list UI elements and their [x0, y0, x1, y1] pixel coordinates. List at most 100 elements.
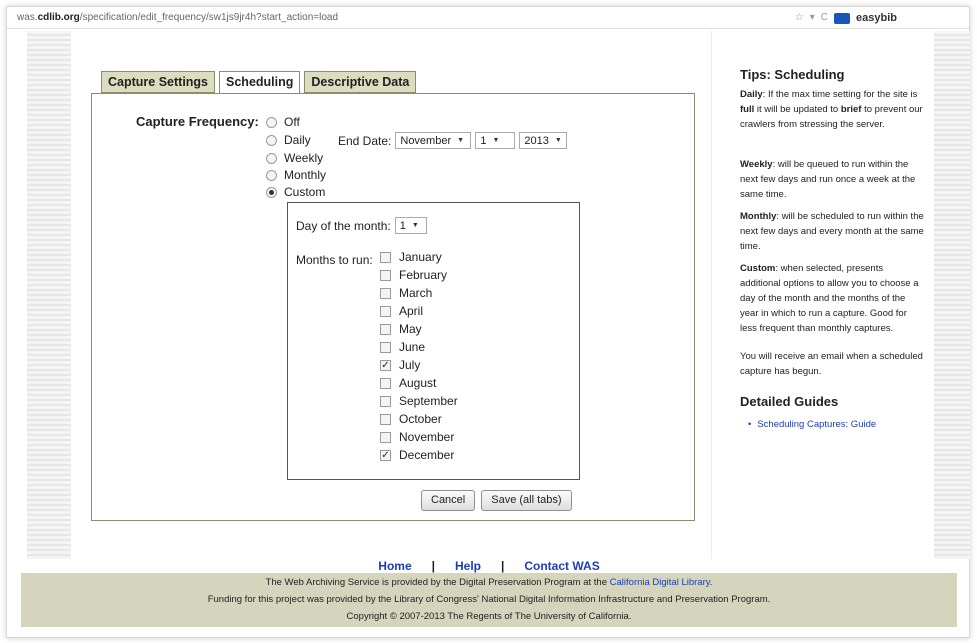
month-label: May — [399, 322, 422, 336]
tip-daily-term: Daily — [740, 89, 763, 100]
dropdown-arrow-icon[interactable]: ▾ — [810, 7, 815, 29]
footer: The Web Archiving Service is provided by… — [21, 573, 957, 627]
left-gutter — [27, 31, 71, 559]
day-of-month-label: Day of the month: — [296, 218, 391, 233]
nav-separator: | — [431, 559, 435, 573]
chevron-down-icon: ▼ — [411, 222, 419, 229]
cdl-link[interactable]: California Digital Library — [610, 577, 710, 588]
end-date-day-select[interactable]: 1 ▼ — [475, 132, 516, 149]
tip-daily-brief: brief — [840, 104, 862, 115]
month-august[interactable]: August — [380, 375, 436, 391]
detailed-guides-title: Detailed Guides — [740, 394, 839, 409]
url-domain: cdlib.org — [37, 12, 80, 23]
tip-monthly: Monthly: will be scheduled to run within… — [740, 209, 924, 254]
tab-descriptive-data[interactable]: Descriptive Data — [304, 71, 417, 93]
end-date-year-select[interactable]: 2013 ▼ — [519, 132, 568, 149]
option-monthly-label: Monthly — [284, 168, 327, 182]
tip-custom-term: Custom — [740, 263, 776, 274]
home-link[interactable]: Home — [378, 559, 411, 573]
end-date-month-value: November — [400, 134, 452, 147]
search-engine-icon[interactable] — [834, 12, 851, 24]
radio-monthly[interactable] — [266, 169, 277, 181]
end-date-day-value: 1 — [480, 134, 487, 147]
checkbox-august[interactable] — [380, 377, 391, 389]
month-february[interactable]: February — [380, 267, 447, 283]
tip-daily: Daily: If the max time setting for the s… — [740, 87, 924, 132]
help-link[interactable]: Help — [455, 559, 481, 573]
checkbox-march[interactable] — [380, 287, 391, 299]
checkbox-october[interactable] — [380, 413, 391, 425]
url-path: /specification/edit_frequency/sw1js9jr4h… — [79, 12, 339, 23]
footer-text: . — [709, 577, 713, 588]
month-september[interactable]: September — [380, 393, 458, 409]
end-date-year-value: 2013 — [524, 134, 549, 147]
scheduling-captures-guide-link[interactable]: Scheduling Captures: Guide — [748, 419, 876, 430]
capture-frequency-label: Capture Frequency: — [136, 114, 259, 129]
month-label: March — [399, 286, 433, 300]
tab-scheduling[interactable]: Scheduling — [219, 71, 301, 94]
reload-icon[interactable]: C — [821, 7, 828, 29]
month-label: June — [399, 340, 426, 354]
tip-daily-full: full — [740, 104, 755, 115]
checkbox-april[interactable] — [380, 305, 391, 317]
end-date-month-select[interactable]: November ▼ — [395, 132, 472, 149]
footer-line-2: Funding for this project was provided by… — [207, 594, 771, 605]
month-label: September — [399, 394, 458, 408]
month-april[interactable]: April — [380, 303, 423, 319]
checkbox-january[interactable] — [380, 251, 391, 263]
tab-bar: Capture Settings Scheduling Descriptive … — [101, 71, 417, 94]
month-label: November — [399, 430, 455, 444]
footer-nav: Home | Help | Contact WAS — [7, 559, 971, 573]
tab-capture-settings[interactable]: Capture Settings — [101, 71, 216, 93]
save-all-tabs-button[interactable]: Save (all tabs) — [481, 490, 572, 511]
checkbox-september[interactable] — [380, 395, 391, 407]
option-off[interactable]: Off — [266, 114, 300, 130]
chevron-down-icon: ▼ — [554, 137, 562, 144]
tip-weekly: Weekly: will be queued to run within the… — [740, 157, 924, 202]
custom-options-box: Day of the month: 1 ▼ Months to run: Jan… — [287, 202, 580, 480]
star-icon[interactable]: ☆ — [795, 7, 804, 29]
month-label: August — [399, 376, 437, 390]
checkbox-july[interactable]: ✓ — [380, 359, 391, 371]
scheduling-panel: Capture Frequency: Off Daily End Date: N… — [91, 93, 695, 521]
radio-weekly[interactable] — [266, 152, 277, 164]
month-october[interactable]: October — [380, 411, 442, 427]
checkbox-december[interactable]: ✓ — [380, 449, 391, 461]
checkbox-june[interactable] — [380, 341, 391, 353]
month-december[interactable]: ✓ December — [380, 447, 454, 463]
month-may[interactable]: May — [380, 321, 422, 337]
checkbox-november[interactable] — [380, 431, 391, 443]
month-march[interactable]: March — [380, 285, 432, 301]
month-november[interactable]: November — [380, 429, 454, 445]
url-prefix: was. — [17, 12, 38, 23]
chevron-down-icon: ▼ — [457, 137, 465, 144]
radio-off[interactable] — [266, 116, 277, 128]
radio-custom[interactable] — [266, 186, 277, 198]
address-bar[interactable]: was.cdlib.org/specification/edit_frequen… — [7, 7, 969, 29]
option-daily[interactable]: Daily — [266, 132, 311, 148]
checkbox-may[interactable] — [380, 323, 391, 335]
checkbox-february[interactable] — [380, 269, 391, 281]
months-to-run-label: Months to run: — [296, 253, 373, 267]
cancel-button[interactable]: Cancel — [421, 490, 476, 511]
day-of-month: Day of the month: 1 ▼ — [296, 217, 427, 234]
footer-line-3: Copyright © 2007-2013 The Regents of The… — [346, 611, 632, 622]
day-of-month-select[interactable]: 1 ▼ — [394, 217, 427, 234]
search-engine-name[interactable]: easybib — [856, 7, 897, 29]
option-custom[interactable]: Custom — [266, 184, 325, 200]
month-label: July — [399, 358, 421, 372]
contact-was-link[interactable]: Contact WAS — [524, 559, 599, 573]
month-january[interactable]: January — [380, 249, 442, 265]
tip-monthly-term: Monthly — [740, 211, 777, 222]
end-date: End Date: November ▼ 1 ▼ 2013 ▼ — [338, 132, 568, 149]
option-daily-label: Daily — [284, 133, 311, 147]
tip-daily-text: : If the max time setting for the site i… — [762, 89, 918, 100]
tip-email-note: You will receive an email when a schedul… — [740, 351, 923, 377]
tips-sidebar: Tips: Scheduling Daily: If the max time … — [711, 31, 934, 559]
month-june[interactable]: June — [380, 339, 425, 355]
form-buttons: Cancel Save (all tabs) — [421, 490, 572, 511]
month-july[interactable]: ✓ July — [380, 357, 420, 373]
radio-daily[interactable] — [266, 134, 277, 146]
option-monthly[interactable]: Monthly — [266, 167, 326, 183]
option-weekly[interactable]: Weekly — [266, 150, 323, 166]
